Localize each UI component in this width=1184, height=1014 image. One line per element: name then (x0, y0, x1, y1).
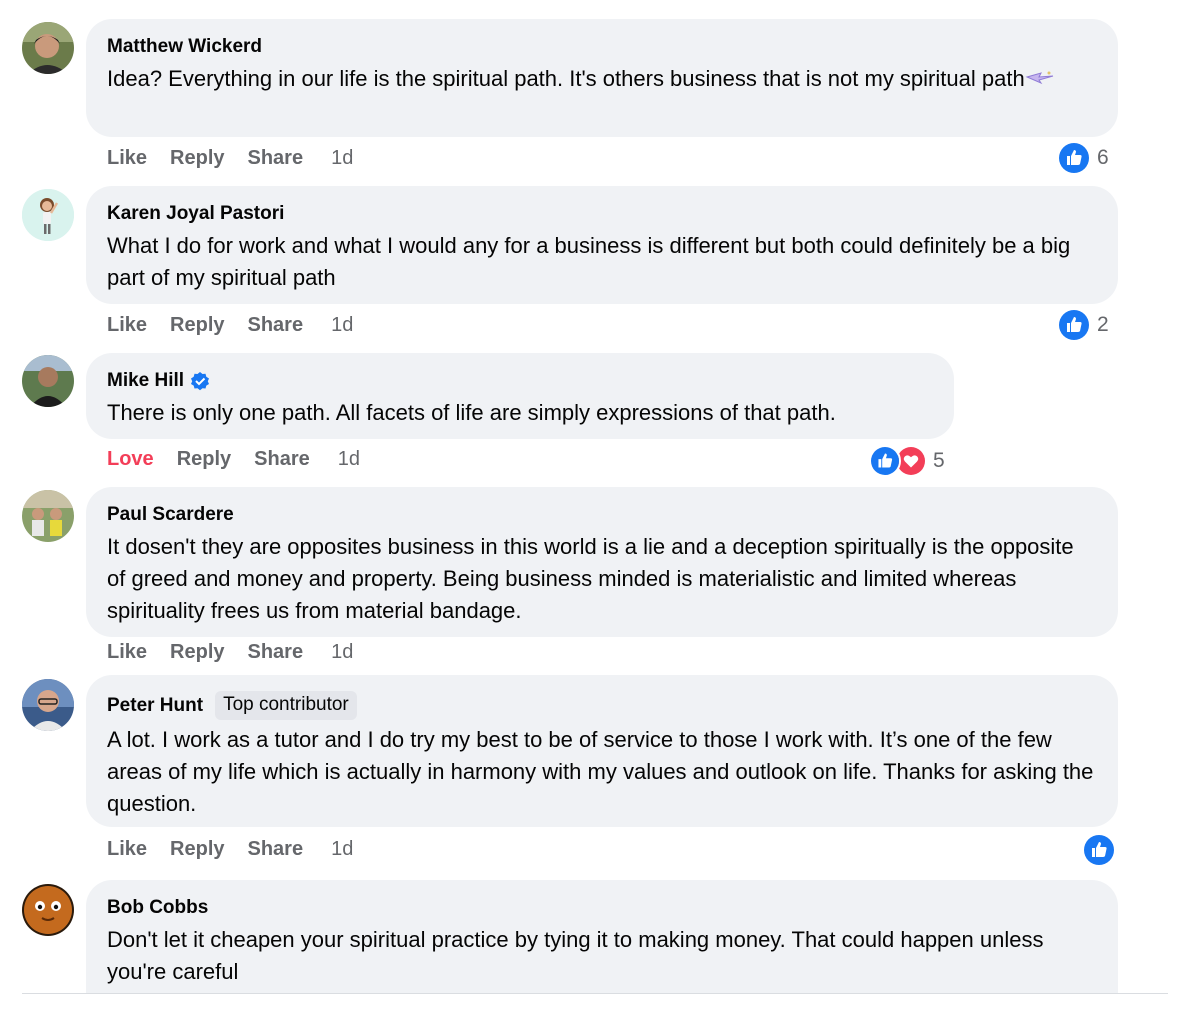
reply-button[interactable]: Reply (170, 314, 224, 337)
timestamp[interactable]: 1d (331, 838, 353, 861)
love-button[interactable]: Love (107, 448, 154, 471)
comment-actions: Like Reply Share 1d (107, 641, 376, 664)
share-button[interactable]: Share (248, 314, 304, 337)
comment-text: Don't let it cheapen your spiritual prac… (107, 927, 1044, 984)
comment-bubble: Peter Hunt Top contributor A lot. I work… (86, 675, 1118, 827)
reaction-count: 5 (933, 449, 945, 472)
like-icon (1059, 310, 1089, 340)
comment-bubble: Mike Hill There is only one path. All fa… (86, 353, 954, 439)
comment-bubble: Matthew Wickerd Idea? Everything in our … (86, 19, 1118, 137)
share-button[interactable]: Share (248, 147, 304, 170)
comment-bubble: Paul Scardere It dosen't they are opposi… (86, 487, 1118, 637)
reaction-summary[interactable]: 6 (1059, 143, 1109, 173)
comment-bubble: Karen Joyal Pastori What I do for work a… (86, 186, 1118, 304)
reply-button[interactable]: Reply (170, 838, 224, 861)
share-button[interactable]: Share (248, 641, 304, 664)
reply-button[interactable]: Reply (177, 448, 231, 471)
author-name[interactable]: Mike Hill (107, 369, 932, 393)
divider (22, 993, 1168, 994)
top-contributor-badge: Top contributor (215, 691, 357, 720)
reply-button[interactable]: Reply (170, 147, 224, 170)
comment-actions: Like Reply Share 1d (107, 838, 376, 861)
comment-text: What I do for work and what I would any … (107, 233, 1071, 290)
comment-actions: Like Reply Share 1d (107, 314, 376, 337)
like-button[interactable]: Like (107, 314, 147, 337)
like-icon (1084, 835, 1114, 865)
like-icon (1059, 143, 1089, 173)
timestamp[interactable]: 1d (331, 147, 353, 170)
reply-button[interactable]: Reply (170, 641, 224, 664)
author-name[interactable]: Matthew Wickerd (107, 35, 1096, 59)
like-button[interactable]: Like (107, 641, 147, 664)
reaction-summary[interactable]: 2 (1059, 310, 1109, 340)
reaction-summary[interactable] (1084, 835, 1114, 865)
comment-text: A lot. I work as a tutor and I do try my… (107, 727, 1094, 816)
avatar[interactable] (22, 679, 74, 731)
reaction-count: 6 (1097, 146, 1109, 169)
like-button[interactable]: Like (107, 147, 147, 170)
avatar[interactable] (22, 22, 74, 74)
author-name[interactable]: Peter Hunt Top contributor (107, 691, 1096, 720)
comment-actions: Like Reply Share 1d (107, 147, 376, 170)
avatar[interactable] (22, 189, 74, 241)
comment-text: There is only one path. All facets of li… (107, 400, 836, 425)
author-name-text[interactable]: Peter Hunt (107, 694, 203, 718)
share-button[interactable]: Share (248, 838, 304, 861)
timestamp[interactable]: 1d (338, 448, 360, 471)
author-name[interactable]: Karen Joyal Pastori (107, 202, 1096, 226)
author-name[interactable]: Bob Cobbs (107, 896, 1096, 920)
like-icon (869, 445, 901, 477)
comment-text: Idea? Everything in our life is the spir… (107, 63, 1096, 95)
avatar[interactable] (22, 884, 74, 936)
sparkle-icon (1025, 66, 1055, 91)
timestamp[interactable]: 1d (331, 641, 353, 664)
timestamp[interactable]: 1d (331, 314, 353, 337)
reaction-summary[interactable]: 5 (869, 445, 945, 477)
avatar[interactable] (22, 490, 74, 542)
author-name[interactable]: Paul Scardere (107, 503, 1096, 527)
reaction-count: 2 (1097, 313, 1109, 336)
share-button[interactable]: Share (254, 448, 310, 471)
author-name-text[interactable]: Mike Hill (107, 369, 184, 393)
comment-actions: Love Reply Share 1d (107, 448, 383, 471)
comment-text: It dosen't they are opposites business i… (107, 534, 1074, 623)
like-button[interactable]: Like (107, 838, 147, 861)
verified-badge-icon (190, 371, 210, 391)
comment-bubble: Bob Cobbs Don't let it cheapen your spir… (86, 880, 1118, 993)
avatar[interactable] (22, 355, 74, 407)
